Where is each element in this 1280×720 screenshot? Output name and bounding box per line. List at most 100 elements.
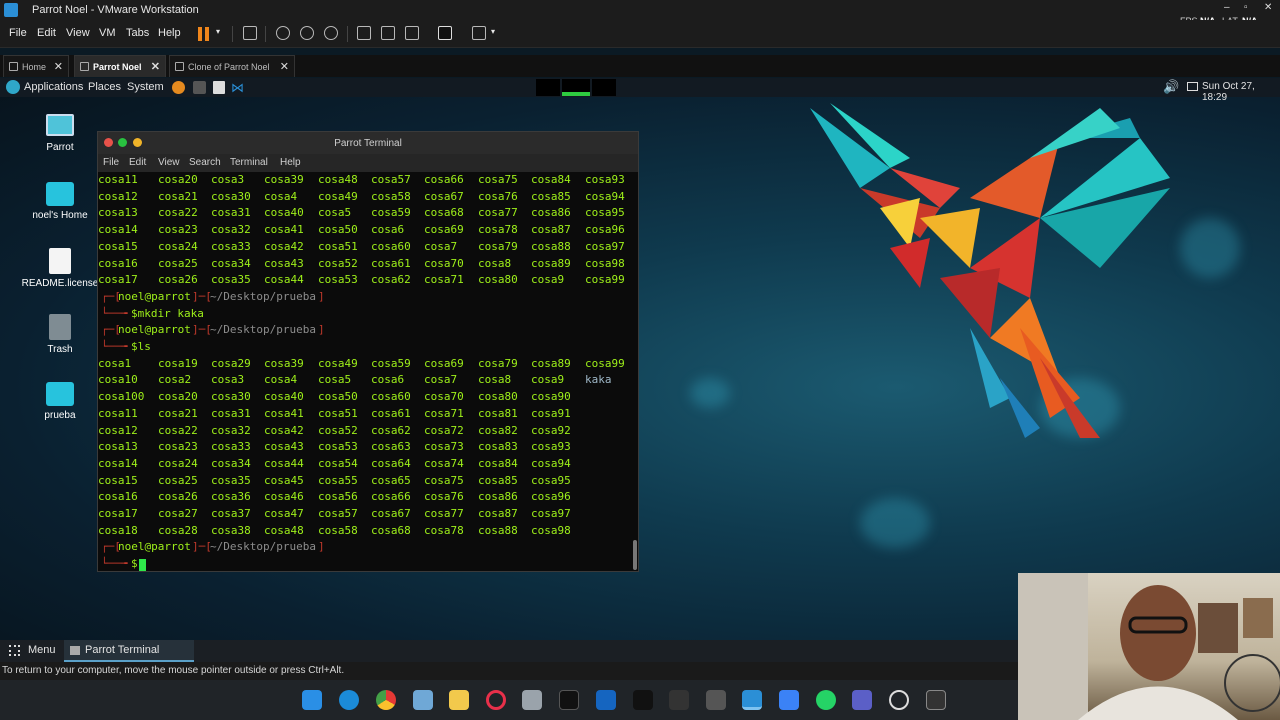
outlook-icon[interactable]	[596, 690, 616, 710]
file-entry: cosa32	[211, 223, 251, 237]
chrome-icon[interactable]	[376, 690, 396, 710]
file-entry: cosa5	[318, 373, 352, 387]
tab-parrot-noel[interactable]: Parrot Noel ✕	[74, 55, 166, 77]
file-entry: cosa90	[531, 390, 571, 404]
file-entry: cosa67	[371, 507, 411, 520]
parrot-logo-icon[interactable]	[6, 80, 20, 94]
menu-help[interactable]: Help	[158, 27, 181, 39]
file-explorer-icon[interactable]	[449, 690, 469, 710]
file-entry: cosa93	[585, 173, 625, 186]
windows-start-icon[interactable]	[302, 690, 322, 710]
menu-vm[interactable]: VM	[99, 27, 116, 39]
background-bokeh	[1180, 218, 1240, 278]
taskbar-item-terminal[interactable]: Parrot Terminal	[64, 640, 194, 662]
file-entry: cosa81	[478, 406, 518, 420]
revert-snapshot-icon[interactable]	[300, 26, 314, 40]
applications-menu[interactable]: Applications	[24, 81, 83, 93]
send-ctrl-alt-del-icon[interactable]	[243, 26, 257, 40]
volume-icon[interactable]: 🔊	[1163, 79, 1179, 95]
vmware-taskbar-icon[interactable]	[742, 690, 762, 710]
whatsapp-icon[interactable]	[816, 690, 836, 710]
stretch-guest-icon[interactable]	[472, 26, 486, 40]
opera-icon[interactable]	[486, 690, 506, 710]
terminal-titlebar[interactable]: Parrot Terminal	[98, 132, 638, 154]
file-entry: cosa53	[318, 440, 358, 454]
menu-view[interactable]: View	[66, 27, 90, 39]
notion-icon[interactable]	[669, 690, 689, 710]
text-editor-icon[interactable]	[213, 81, 225, 94]
desktop-icon-parrot[interactable]: Parrot	[20, 114, 100, 153]
menu-tabs[interactable]: Tabs	[126, 27, 149, 39]
clock[interactable]: Sun Oct 27, 18:29	[1202, 81, 1280, 103]
pause-icon[interactable]	[198, 27, 210, 41]
terminal-scrollbar[interactable]	[633, 540, 637, 570]
terminal-app-icon[interactable]	[926, 690, 946, 710]
dropdown-arrow-icon[interactable]: ▾	[491, 27, 495, 36]
terminal-output[interactable]: cosa11 cosa20 cosa3 cosa39 cosa48 cosa57 cosa6…	[98, 173, 630, 571]
terminal-menu-terminal[interactable]: Terminal	[230, 157, 268, 168]
remote-desktop-icon[interactable]	[706, 690, 726, 710]
terminal-menu-help[interactable]: Help	[280, 157, 301, 168]
prompt-decoration: └──╼	[101, 306, 128, 320]
workspace-1[interactable]	[536, 79, 560, 96]
obs-icon[interactable]	[889, 690, 909, 710]
places-menu[interactable]: Places	[88, 81, 121, 93]
menu-edit[interactable]: Edit	[37, 27, 56, 39]
console-view-icon[interactable]	[438, 26, 452, 40]
snapshot-icon[interactable]	[276, 26, 290, 40]
close-tab-icon[interactable]: ✕	[54, 60, 63, 73]
firefox-icon[interactable]	[172, 81, 185, 94]
thumbnail-bar-icon[interactable]	[381, 26, 395, 40]
dropdown-arrow-icon[interactable]: ▾	[216, 27, 220, 36]
teams-icon[interactable]	[852, 690, 872, 710]
terminal-menu-edit[interactable]: Edit	[129, 157, 146, 168]
file-entry: cosa16	[98, 490, 138, 504]
workspace-3[interactable]	[592, 79, 616, 96]
tab-home[interactable]: Home ✕	[3, 55, 69, 77]
terminal-menu-file[interactable]: File	[103, 157, 119, 168]
edge-icon[interactable]	[339, 690, 359, 710]
file-entry: cosa89	[531, 356, 571, 370]
file-entry: cosa48	[264, 523, 304, 537]
workspace-2-active[interactable]	[562, 79, 590, 96]
fullscreen-icon[interactable]	[405, 26, 419, 40]
file-entry: cosa3	[211, 173, 245, 186]
terminal-launcher-icon[interactable]	[193, 81, 206, 94]
vscode-icon[interactable]: ⋈	[231, 80, 244, 96]
display-icon[interactable]	[1187, 82, 1198, 91]
system-menu[interactable]: System	[127, 81, 164, 93]
desktop-icon-readme[interactable]: README.license	[20, 248, 100, 289]
close-tab-icon[interactable]: ✕	[151, 60, 160, 73]
file-entry: cosa6	[371, 223, 405, 237]
maximize-button[interactable]: ▫	[1244, 2, 1248, 13]
screen-capture-icon[interactable]	[413, 690, 433, 710]
terminal-line: cosa14 cosa24 cosa34 cosa44 cosa54 cosa64 cosa…	[98, 457, 630, 473]
text-cursor	[139, 559, 146, 571]
terminal-menu-search[interactable]: Search	[189, 157, 221, 168]
desktop-icon-prueba[interactable]: prueba	[20, 382, 100, 421]
tiktok-icon[interactable]	[559, 690, 579, 710]
menu-button[interactable]: Menu	[28, 644, 56, 656]
close-button[interactable]: ✕	[1264, 2, 1272, 13]
file-entry: cosa23	[158, 223, 198, 237]
store-icon[interactable]	[522, 690, 542, 710]
close-tab-icon[interactable]: ✕	[280, 60, 289, 73]
desktop-icon-trash[interactable]: Trash	[20, 314, 100, 355]
snapshot-manager-icon[interactable]	[324, 26, 338, 40]
terminal-menu-view[interactable]: View	[158, 157, 180, 168]
menu-grid-icon[interactable]	[9, 645, 20, 656]
file-entry: cosa67	[424, 189, 464, 203]
file-entry: cosa82	[478, 423, 518, 437]
file-entry: cosa6	[371, 373, 405, 387]
tab-clone-of-parrot-noel[interactable]: Clone of Parrot Noel ✕	[169, 55, 295, 77]
minimize-button[interactable]: –	[1224, 2, 1230, 13]
file-entry: cosa54	[318, 456, 358, 470]
file-entry: cosa61	[371, 256, 411, 270]
terminal-window[interactable]: Parrot Terminal File Edit View Search Te…	[97, 131, 639, 572]
netflix-icon[interactable]	[633, 690, 653, 710]
command-line: └──╼ $ls	[98, 340, 630, 356]
desktop-icon-home[interactable]: noel's Home	[20, 182, 100, 221]
library-icon[interactable]	[357, 26, 371, 40]
notepad-icon[interactable]	[779, 690, 799, 710]
menu-file[interactable]: File	[9, 27, 27, 39]
